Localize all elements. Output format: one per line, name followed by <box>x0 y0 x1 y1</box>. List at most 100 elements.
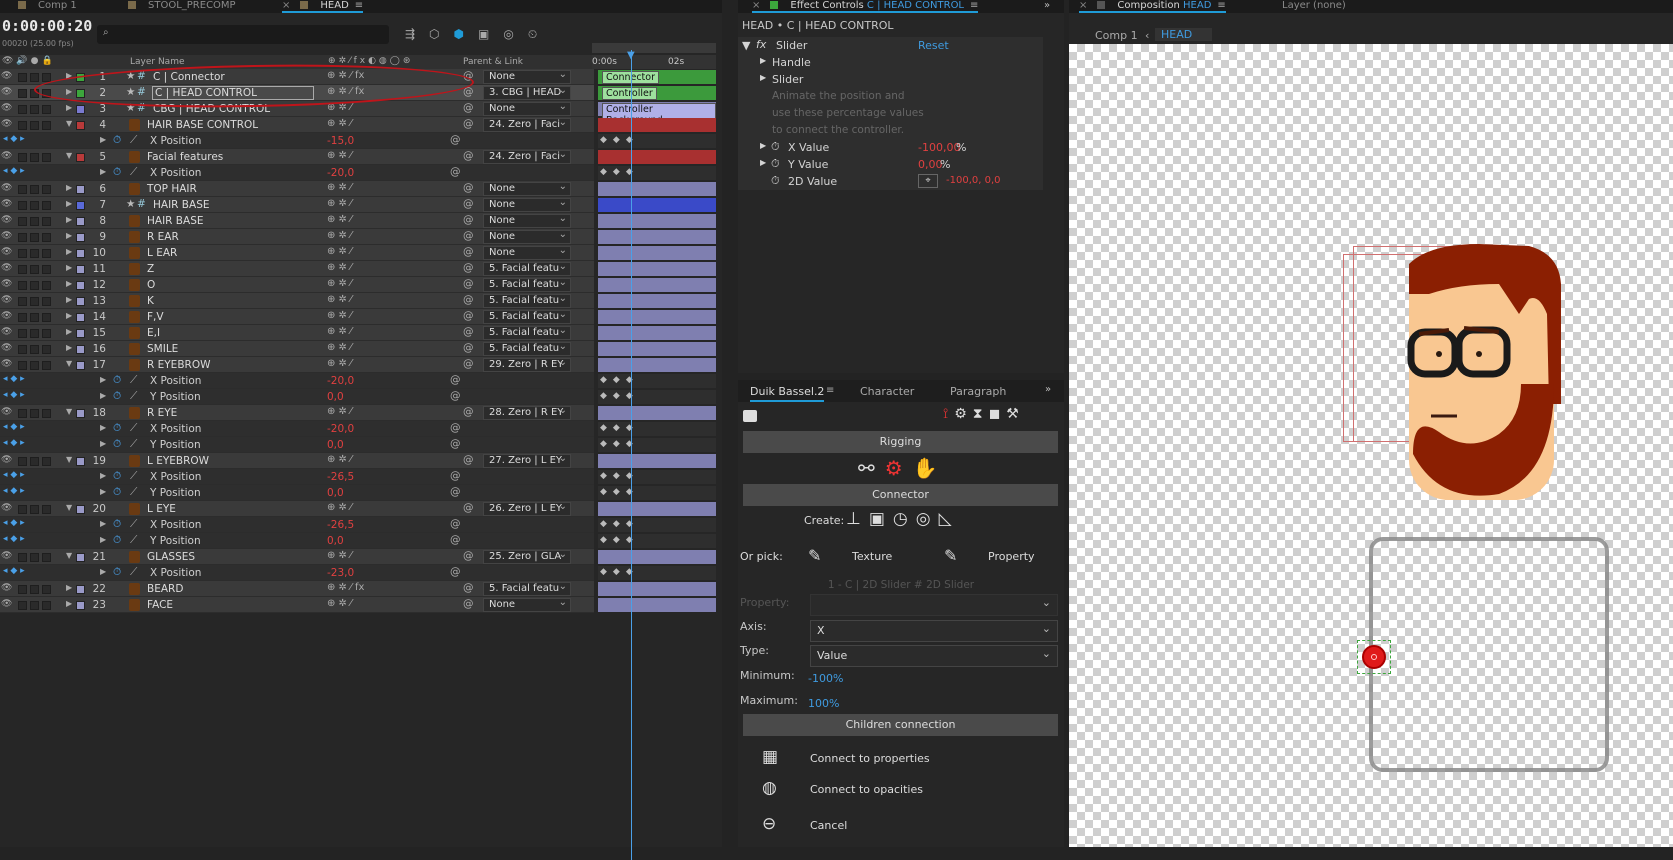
audio-switch[interactable] <box>18 121 27 130</box>
parent-dropdown[interactable]: None <box>483 198 571 212</box>
layer-switch-icons[interactable]: ⊕ ✲ ⁄ <box>327 454 352 465</box>
layer-duration-bar[interactable] <box>598 262 716 276</box>
pick-whip-icon[interactable]: @ <box>463 502 474 514</box>
tab-comp1[interactable]: Comp 1 <box>18 0 77 13</box>
layer-duration-bar[interactable] <box>598 230 716 244</box>
visibility-eye-icon[interactable]: 👁 <box>1 295 12 305</box>
stopwatch-icon[interactable]: ⏱ <box>771 157 780 171</box>
layer-name[interactable]: HAIR BASE CONTROL <box>147 119 258 131</box>
lock-switch[interactable] <box>42 345 51 354</box>
layer-row[interactable]: 👁 ▶ 8 HAIR BASE ⊕ ✲ ⁄ @ None <box>0 213 594 229</box>
collapse-triangle-icon[interactable]: ▶ <box>760 73 766 82</box>
layer-name[interactable]: E,I <box>147 327 160 339</box>
solo-switch[interactable] <box>30 553 39 562</box>
audio-switch[interactable] <box>18 105 27 114</box>
pick-texture-button[interactable]: Texture <box>852 550 892 563</box>
collapse-triangle-icon[interactable]: ▶ <box>760 56 766 65</box>
keyframe-nav-icon[interactable]: ◂ ◆ ▸ <box>3 390 25 400</box>
layer-search-input[interactable]: ⌕ <box>97 25 389 44</box>
controller-background-shape[interactable] <box>1369 537 1609 772</box>
2d-value-row[interactable]: ⏱ 2D Value ⌖ -100,0, 0,0 <box>738 173 1043 190</box>
keyframe-marker[interactable]: ◆◆◆ <box>600 375 639 385</box>
timecode[interactable]: 0:00:00:20 <box>2 17 92 35</box>
keyframe-track[interactable]: ◆◆◆ <box>598 470 716 484</box>
keyframe-nav-icon[interactable]: ◂ ◆ ▸ <box>3 534 25 544</box>
expand-triangle-icon[interactable]: ▼ <box>66 551 72 560</box>
notes-icon[interactable] <box>743 410 757 422</box>
layer-row[interactable]: 👁 ▶ 9 R EAR ⊕ ✲ ⁄ @ None <box>0 229 594 245</box>
solo-switch[interactable] <box>30 233 39 242</box>
duik-toolbar-icons[interactable]: ⟟⚙⧗◼⚒ <box>943 406 1025 422</box>
solo-switch[interactable] <box>30 345 39 354</box>
keyframe-track[interactable]: ◆◆◆ <box>598 374 716 388</box>
parent-dropdown[interactable]: 5. Facial featu <box>483 278 571 292</box>
create-controller-icons[interactable]: ⊥▣◷◎◺ <box>846 509 960 529</box>
layer-row[interactable]: 👁 ▶ 10 L EAR ⊕ ✲ ⁄ @ None <box>0 245 594 261</box>
audio-switch[interactable] <box>18 585 27 594</box>
label-color-swatch[interactable] <box>76 105 85 114</box>
expand-triangle-icon[interactable]: ▼ <box>66 151 72 160</box>
keyframe-marker[interactable]: ◆◆◆ <box>600 391 639 401</box>
keyframe-marker[interactable]: ◆◆◆ <box>600 519 639 529</box>
solo-switch[interactable] <box>30 121 39 130</box>
fx-icon[interactable]: fx <box>756 38 766 51</box>
current-time-indicator[interactable] <box>631 50 632 860</box>
parent-dropdown[interactable]: 5. Facial featu <box>483 262 571 276</box>
col-layer-name[interactable]: Layer Name <box>130 57 185 67</box>
lock-switch[interactable] <box>42 185 51 194</box>
label-color-swatch[interactable] <box>76 409 85 418</box>
collapse-triangle-icon[interactable]: ▶ <box>100 567 106 576</box>
layer-switch-icons[interactable]: ⊕ ✲ ⁄ <box>327 198 352 209</box>
connect-to-opacities-button[interactable]: ◍ Connect to opacities <box>738 774 1064 804</box>
solo-switch[interactable] <box>30 265 39 274</box>
audio-switch[interactable] <box>18 153 27 162</box>
visibility-eye-icon[interactable]: 👁 <box>1 311 12 321</box>
solo-switch[interactable] <box>30 249 39 258</box>
lock-switch[interactable] <box>42 457 51 466</box>
layer-row[interactable]: 👁 ▶ 13 K ⊕ ✲ ⁄ @5. Facial featu <box>0 293 594 309</box>
stopwatch-icon[interactable]: ⏱ <box>113 166 121 179</box>
label-color-swatch[interactable] <box>76 553 85 562</box>
pick-whip-icon[interactable]: @ <box>463 310 474 322</box>
layer-row[interactable]: 👁 ▼ 19 L EYEBROW ⊕ ✲ ⁄ @27. Zero | L EY <box>0 453 594 469</box>
stopwatch-icon[interactable]: ⏱ <box>113 422 121 435</box>
pick-whip-icon[interactable]: @ <box>450 134 461 146</box>
property-row[interactable]: ◂ ◆ ▸ ▶ ⏱ ⟋ X Position -23,0 @ <box>0 565 594 581</box>
lock-switch[interactable] <box>42 233 51 242</box>
layer-row[interactable]: 👁 ▼ 20 L EYE ⊕ ✲ ⁄ @26. Zero | L EY <box>0 501 594 517</box>
layer-name[interactable]: Z <box>147 263 154 275</box>
property-row[interactable]: ◂ ◆ ▸ ▶ ⏱ ⟋ Y Position 0,0 @ <box>0 389 594 405</box>
shy-star-icon[interactable]: ★ <box>126 198 135 210</box>
parent-dropdown[interactable]: 5. Facial featu <box>483 342 571 356</box>
layer-name[interactable]: GLASSES <box>147 551 195 563</box>
expand-triangle-icon[interactable]: ▼ <box>66 455 72 464</box>
graph-icon[interactable]: ⟋ <box>130 470 137 483</box>
parent-dropdown[interactable]: None <box>483 214 571 228</box>
layer-name[interactable]: HAIR BASE <box>147 215 204 227</box>
layer-switch-icons[interactable]: ⊕ ✲ ⁄ <box>327 342 352 353</box>
expand-triangle-icon[interactable]: ▼ <box>66 407 72 416</box>
layer-switch-icons[interactable]: ⊕ ✲ ⁄ fx <box>327 582 364 593</box>
layer-switch-icons[interactable]: ⊕ ✲ ⁄ <box>327 262 352 273</box>
pick-whip-icon[interactable]: @ <box>463 326 474 338</box>
visibility-eye-icon[interactable]: 👁 <box>1 263 12 273</box>
keyframe-nav-icon[interactable]: ◂ ◆ ▸ <box>3 518 25 528</box>
layer-name[interactable]: R EYE <box>147 407 177 419</box>
property-value[interactable]: -26,5 <box>327 519 354 531</box>
collapse-triangle-icon[interactable]: ▶ <box>66 231 72 240</box>
parent-dropdown[interactable]: 28. Zero | R EY <box>483 406 571 420</box>
stopwatch-icon[interactable]: ⏱ <box>113 486 121 499</box>
layer-row[interactable]: 👁 ▶ 22 BEARD ⊕ ✲ ⁄ fx @5. Facial featu <box>0 581 594 597</box>
collapse-triangle-icon[interactable]: ▶ <box>100 535 106 544</box>
reset-link[interactable]: Reset <box>918 39 949 52</box>
collapse-triangle-icon[interactable]: ▶ <box>66 279 72 288</box>
layer-name[interactable]: R EAR <box>147 231 179 243</box>
pick-whip-icon[interactable]: @ <box>450 374 461 386</box>
connect-to-properties-button[interactable]: ▦ Connect to properties <box>738 743 1064 773</box>
collapse-triangle-icon[interactable]: ▶ <box>100 439 106 448</box>
lock-switch[interactable] <box>42 313 51 322</box>
layer-switch-icons[interactable]: ⊕ ✲ ⁄ <box>327 406 352 417</box>
property-row[interactable]: ◂ ◆ ▸ ▶ ⏱ ⟋ X Position -15,0 @ <box>0 133 594 149</box>
audio-switch[interactable] <box>18 297 27 306</box>
layer-name[interactable]: FACE <box>147 599 173 611</box>
